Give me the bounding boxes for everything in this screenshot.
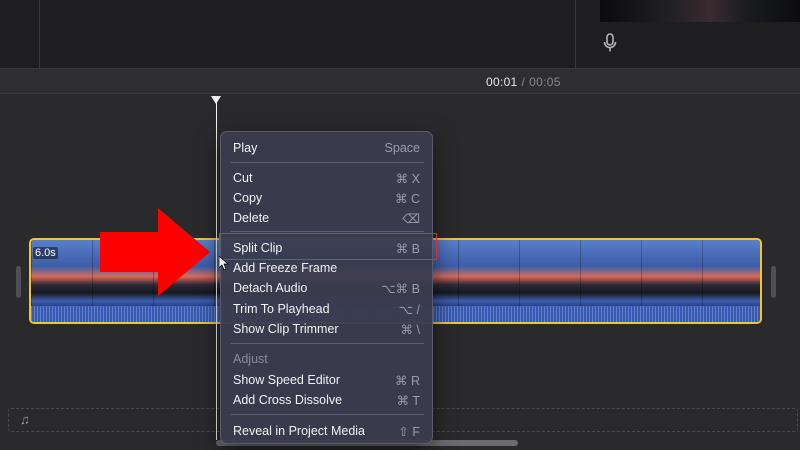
music-note-icon: ♫ [20, 412, 30, 427]
menu-item-cut[interactable]: Cut ⌘ X [221, 168, 432, 188]
menu-item-delete[interactable]: Delete ⌫ [221, 208, 432, 228]
time-separator: / [521, 75, 526, 89]
total-time: 00:05 [529, 75, 561, 89]
browser-panel [40, 0, 576, 68]
mouse-pointer-icon [219, 256, 229, 270]
menu-separator [231, 343, 424, 344]
clip-duration-badge: 6.0s [33, 247, 58, 259]
menu-item-play[interactable]: Play Space [221, 138, 432, 158]
left-panel [0, 0, 40, 68]
menu-item-add-freeze-frame[interactable]: Add Freeze Frame [221, 258, 432, 278]
split-clip-highlight-box [219, 233, 437, 260]
menu-item-adjust: Adjust [233, 352, 268, 366]
context-menu: Play Space Cut ⌘ X Copy ⌘ C Delete ⌫ Spl… [220, 131, 433, 444]
menu-separator [231, 162, 424, 163]
menu-item-show-clip-trimmer[interactable]: Show Clip Trimmer ⌘ \ [221, 319, 432, 339]
menu-item-add-cross-dissolve[interactable]: Add Cross Dissolve ⌘ T [221, 390, 432, 410]
menu-item-trim-to-playhead[interactable]: Trim To Playhead ⌥ / [221, 299, 432, 319]
timecode-bar: 00:01/00:05 [0, 68, 800, 94]
viewer-toolbar [0, 0, 800, 68]
microphone-icon[interactable] [603, 33, 617, 53]
menu-item-copy[interactable]: Copy ⌘ C [221, 188, 432, 208]
timeline-right-handle[interactable] [771, 266, 776, 298]
current-time: 00:01 [486, 75, 518, 89]
menu-item-detach-audio[interactable]: Detach Audio ⌥⌘ B [221, 278, 432, 298]
menu-item-reveal-in-project-media[interactable]: Reveal in Project Media ⇧ F [221, 421, 432, 441]
timecode-display: 00:01/00:05 [486, 75, 561, 89]
menu-separator [231, 231, 424, 232]
menu-separator [231, 414, 424, 415]
annotation-arrow-icon [100, 208, 210, 296]
imovie-window: 00:01/00:05 6.0s ♫ Play Space Cut ⌘ X Co… [0, 0, 800, 450]
playhead[interactable] [216, 100, 217, 440]
menu-item-show-speed-editor[interactable]: Show Speed Editor ⌘ R [221, 370, 432, 390]
video-preview [600, 0, 800, 22]
timeline-left-handle[interactable] [16, 266, 21, 298]
